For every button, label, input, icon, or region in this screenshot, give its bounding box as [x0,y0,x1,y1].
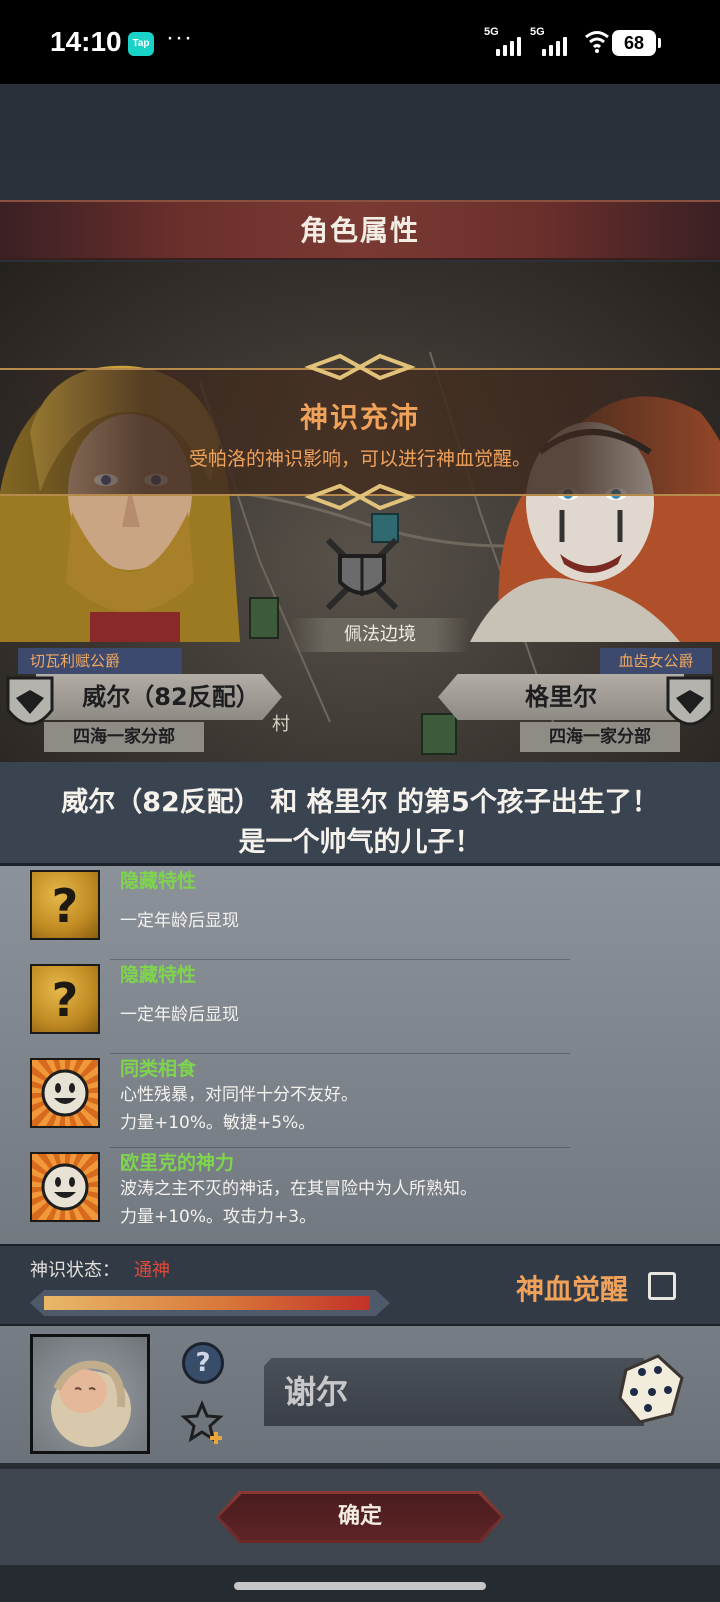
mother-name-plate[interactable]: 格里尔 [438,674,684,720]
trait-item[interactable]: 同类相食 心性残暴，对同伴十分不友好。 力量+10%。敏捷+5%。 [0,1054,720,1148]
banner-title: 神识充沛 [299,401,420,434]
random-name-dice-icon[interactable] [612,1348,690,1426]
bloodline-awaken-checkbox[interactable] [648,1272,676,1300]
baby-portrait[interactable] [30,1334,150,1454]
trait-description: 一定年龄后显现 [120,911,239,931]
smile-trait-icon [30,1058,100,1128]
father-name: 威尔（82反配） [82,683,260,711]
svg-text:?: ? [52,879,79,933]
awakening-banner: 神识充沛 受帕洛的神识影响，可以进行神血觉醒。 [0,353,720,511]
help-icon[interactable]: ? [182,1342,224,1384]
svg-text:?: ? [52,973,79,1027]
trait-name: 欧里克的神力 [120,1152,235,1174]
ornament-top-icon [304,353,416,381]
divine-state-value: 通神 [134,1260,170,1281]
parents-scene: 神识充沛 受帕洛的神识影响，可以进行神血觉醒。 佩法边境 村 切瓦利赋公爵 血齿… [0,262,720,762]
home-indicator[interactable] [234,1582,486,1590]
smile-trait-icon [30,1152,100,1222]
trait-description: 一定年龄后显现 [120,1005,239,1025]
more-notifications-icon: ··· [166,24,193,51]
trait-name: 同类相食 [120,1058,197,1080]
wifi-icon [585,31,609,53]
confirm-area: 确定 [0,1469,720,1565]
birth-announcement: 威尔（82反配） 和 格里尔 的第5个孩子出生了！ 是一个帅气的儿子！ [0,762,720,866]
trait-name: 隐藏特性 [120,964,197,986]
screen-title-bar: 角色属性 [0,200,720,260]
divine-state-panel: 神识状态： 通神 神血觉醒 [0,1244,720,1326]
map-label: 村 [272,714,290,735]
father-house: 四海一家分部 [44,722,204,752]
crossed-weapons-shield-icon [325,537,399,611]
announcement-line-2: 是一个帅气的儿子！ [238,827,482,858]
screen-title: 角色属性 [299,214,420,247]
trait-item[interactable]: 欧里克的神力 波涛之主不灭的神话，在其冒险中为人所熟知。 力量+10%。攻击力+… [0,1148,720,1242]
trait-name: 隐藏特性 [120,870,197,892]
announcement-line-1: 威尔（82反配） 和 格里尔 的第5个孩子出生了！ [61,787,659,818]
trait-item[interactable]: ? 隐藏特性 一定年龄后显现 [0,866,720,960]
child-name-input[interactable]: 谢尔 [264,1358,644,1426]
father-title: 切瓦利赋公爵 [18,648,182,674]
favorite-star-add-icon[interactable] [180,1398,228,1446]
confirm-button[interactable]: 确定 [216,1491,504,1543]
father-crest-shield-icon[interactable] [4,674,56,740]
divine-progress-fill [44,1296,370,1310]
trait-effect: 力量+10%。攻击力+3。 [120,1207,317,1227]
confirm-button-label: 确定 [337,1504,382,1529]
father-name-plate[interactable]: 威尔（82反配） [36,674,282,720]
hidden-trait-icon: ? [30,870,100,940]
trait-item[interactable]: ? 隐藏特性 一定年龄后显现 [0,960,720,1054]
mother-title: 血齿女公爵 [600,648,712,674]
battery-icon: 68 [612,30,661,56]
newborn-panel: ? 谢尔 [0,1326,720,1466]
trait-description: 波涛之主不灭的神话，在其冒险中为人所熟知。 [120,1179,477,1199]
trait-description: 心性残暴，对同伴十分不友好。 [120,1085,358,1105]
mother-crest-shield-icon[interactable] [664,674,716,740]
hidden-trait-icon: ? [30,964,100,1034]
trait-list: ? 隐藏特性 一定年龄后显现 ? 隐藏特性 一定年龄后显现 同类相食 心性残暴，… [0,866,720,1244]
trait-effect: 力量+10%。敏捷+5%。 [120,1113,316,1133]
banner-subtitle: 受帕洛的神识影响，可以进行神血觉醒。 [188,448,531,470]
location-label: 佩法边境 [290,618,470,652]
game-screen: 角色属性 神识充沛 受帕洛的神识影响，可以进行神血觉醒。 佩法边境 村 切瓦利赋… [0,84,720,1602]
mother-house: 四海一家分部 [520,722,680,752]
child-name-value: 谢尔 [284,1373,349,1411]
ornament-bottom-icon [304,483,416,511]
taptap-notification-icon: Tap [128,32,154,56]
bloodline-awaken-label: 神血觉醒 [516,1273,629,1306]
status-time: 14:10 [50,26,122,57]
divine-state-label: 神识状态： [30,1260,120,1281]
mother-name: 格里尔 [525,683,597,711]
status-bar: 14:10 Tap ··· 5G 5G 68 [0,0,720,84]
